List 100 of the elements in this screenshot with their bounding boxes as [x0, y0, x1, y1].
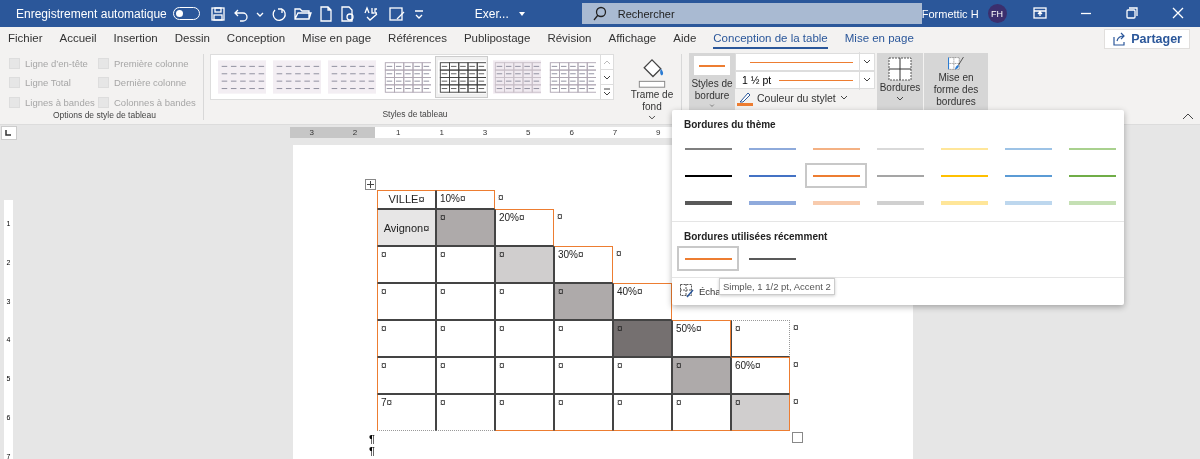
table-cell: ¤ [672, 394, 731, 431]
table-cell: ¤ [495, 246, 554, 283]
table-cell: 60%¤ [731, 357, 790, 394]
table-cell: ¤ [495, 394, 554, 431]
border-sampler-icon [680, 284, 694, 298]
table-cell: ¤ [436, 394, 495, 431]
end-of-row-mark: ¤ [556, 210, 564, 224]
end-of-row-mark: ¤ [792, 321, 800, 335]
table-cell: 50%¤ [672, 320, 731, 357]
table-cell: ¤ [495, 283, 554, 320]
save-icon[interactable] [209, 5, 226, 22]
document-title[interactable]: Exer... [474, 6, 527, 21]
table-cell: 20%¤ [495, 209, 554, 246]
table-cell: ¤ [436, 320, 495, 357]
end-of-row-mark: ¤ [792, 358, 800, 372]
table-cell: ¤ [613, 320, 672, 357]
print-preview-icon[interactable] [339, 5, 356, 22]
line-style-dropdown[interactable] [735, 53, 875, 71]
end-of-row-mark: ¤ [792, 395, 800, 409]
group-label: Styles de tableau [381, 109, 449, 119]
table-cell: ¤ [554, 283, 613, 320]
table-cell: ¤ [377, 283, 436, 320]
table-cell: ¤ [436, 246, 495, 283]
caret-icon [648, 115, 656, 121]
table-cell: 7¤ [377, 394, 436, 431]
table-style-drawing [547, 60, 596, 94]
table-style-drawing [437, 60, 486, 94]
border-styles-button[interactable]: Styles de bordure [689, 53, 735, 111]
ruler-number: 9 [656, 128, 661, 137]
table-cell: ¤ [731, 320, 790, 357]
checkbox: Dernière colonne [98, 75, 208, 91]
section-heading: Bordures du thème [683, 118, 777, 130]
table-cell: ¤ [554, 320, 613, 357]
share-button[interactable]: Partager [1104, 28, 1190, 49]
shading-button[interactable]: Trame de fond [626, 50, 678, 124]
table-cell: ¤ [436, 283, 495, 320]
document-icon[interactable] [318, 5, 333, 22]
checkbox: Première colonne [98, 56, 208, 72]
paint-bucket-icon [637, 56, 667, 90]
ribbon-tab[interactable]: Accueil [59, 28, 97, 49]
border-painter-button[interactable]: Mise en forme des bordures [924, 53, 988, 111]
checkbox: Ligne d’en-tête [9, 56, 98, 72]
borders-grid-icon [887, 56, 913, 82]
ribbon-tab[interactable]: Fichier [8, 28, 43, 49]
table-style-thumbnail[interactable] [435, 56, 488, 98]
checkbox: Lignes à bandes [9, 94, 98, 110]
save-as-icon[interactable] [387, 5, 406, 22]
autosave-label: Enregistrement automatique [16, 6, 167, 21]
ruler-number: 3 [309, 128, 314, 137]
ruler-number: 7 [612, 128, 618, 137]
ribbon-tab[interactable]: Affichage [608, 28, 657, 49]
ribbon-tab[interactable]: Insertion [113, 28, 158, 49]
share-icon [1112, 31, 1127, 46]
table-cell: ¤ [436, 357, 495, 394]
table-cell: ¤ [554, 394, 613, 431]
group-label: Options de style de tableau [52, 110, 157, 120]
ribbon-tab[interactable]: Conception de la table [713, 28, 828, 49]
ribbon-tab[interactable]: Références [388, 28, 447, 49]
ribbon-tab[interactable]: Mise en page [302, 28, 372, 49]
ruler-number: 1 [396, 128, 401, 137]
ruler-number: 3 [482, 128, 488, 137]
checkbox: Ligne Total [9, 75, 98, 91]
table-move-handle-icon[interactable] [365, 179, 376, 190]
caret-icon [896, 96, 904, 102]
pen-color-button[interactable]: Couleur du stylet [735, 89, 875, 109]
table-cell: ¤ [377, 357, 436, 394]
ribbon-tab[interactable]: Révision [547, 28, 592, 49]
table-cell: ¤ [377, 246, 436, 283]
table-style-drawing [382, 60, 431, 94]
paragraph-mark: ¶ [369, 445, 375, 457]
line-weight-dropdown[interactable]: 1 ½ pt [735, 71, 875, 89]
table-cell: ¤ [495, 357, 554, 394]
tab-selector-icon[interactable] [1, 125, 17, 140]
ribbon-tab[interactable]: Dessin [174, 28, 210, 49]
end-of-row-mark: ¤ [615, 247, 623, 261]
section-heading: Bordures utilisées récemment [683, 230, 829, 242]
table-cell: ¤ [554, 357, 613, 394]
ribbon-tab[interactable]: Conception [226, 28, 286, 49]
table-cell: VILLE¤ [377, 190, 436, 209]
tooltip: Simple, 1 1/2 pt, Accent 2 [719, 278, 835, 295]
table-cell: 10%¤ [436, 190, 495, 209]
table-cell: ¤ [613, 394, 672, 431]
ribbon-tab[interactable]: Publipostage [463, 28, 531, 49]
search-icon [591, 6, 608, 22]
caret-icon [839, 95, 848, 101]
borders-button[interactable]: Bordures [877, 53, 923, 111]
table-cell: Avignon¤ [377, 209, 436, 246]
redo-icon[interactable] [270, 5, 287, 22]
collapse-ribbon-icon[interactable] [1182, 112, 1194, 120]
folder-icon[interactable] [293, 5, 312, 22]
table-cell: ¤ [731, 394, 790, 431]
avatar[interactable]: FH [987, 4, 1007, 23]
ribbon-tab[interactable]: Mise en page [844, 28, 914, 49]
ruler-number: 2 [352, 128, 358, 137]
ruler-number: 5 [526, 128, 531, 137]
table-style-drawing [492, 60, 541, 94]
search-field[interactable]: Rechercher [581, 3, 922, 24]
end-of-row-mark: ¤ [497, 191, 505, 205]
table-resize-handle-icon[interactable] [792, 432, 803, 443]
ribbon-tab[interactable]: Aide [673, 28, 697, 49]
